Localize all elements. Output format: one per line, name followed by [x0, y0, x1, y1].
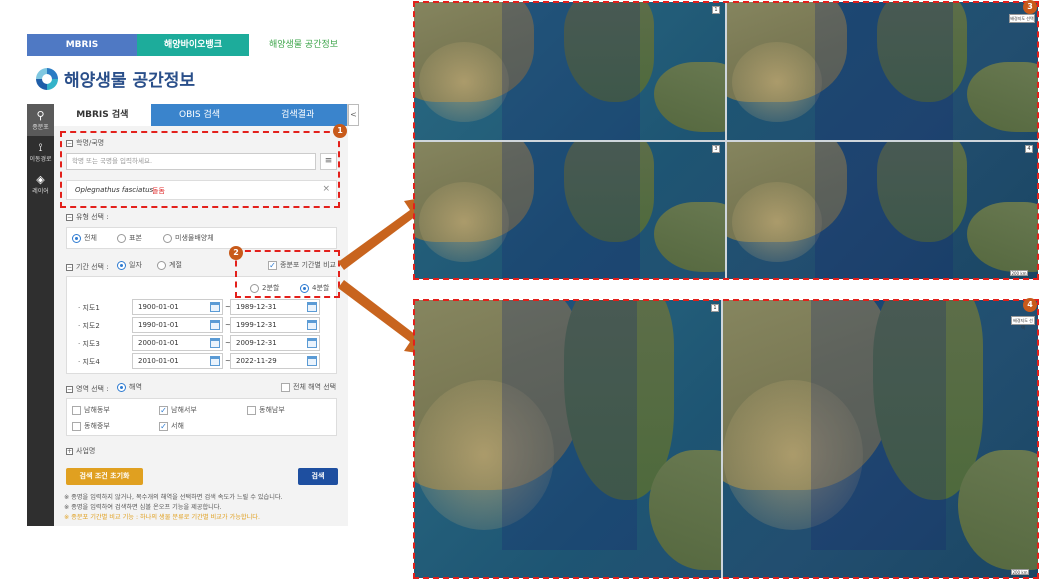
marker-2: 2 [229, 246, 243, 260]
map4-to-input[interactable]: 2022-11-29 [230, 353, 320, 369]
note-3: ※ 종분포 기간별 비교 기능 : 하나의 생물 분류로 기간별 비교가 가능합… [64, 514, 260, 521]
map4-from-input[interactable]: 2010-01-01 [132, 353, 223, 369]
type-option-specimen[interactable]: 표본 [117, 233, 142, 243]
map2-to-input[interactable]: 1999-12-31 [230, 317, 320, 333]
radio-icon [163, 233, 172, 243]
map2-label: · 지도2 [78, 322, 100, 330]
logo-icon [36, 67, 58, 90]
nav-tab-biobank[interactable]: 해양바이오뱅크 [137, 34, 249, 56]
select-all-seas-checkbox[interactable]: 전체 해역 선택 [281, 382, 336, 392]
calendar-icon[interactable] [307, 338, 317, 348]
period-option-date[interactable]: 일자 [117, 260, 142, 270]
tab-mbris-search[interactable]: MBRIS 검색 [54, 104, 151, 126]
calendar-icon[interactable] [307, 320, 317, 330]
map1-from-input[interactable]: 1900-01-01 [132, 299, 223, 315]
collapse-panel-button[interactable]: < [348, 104, 359, 126]
checkmark-icon: ✓ [159, 405, 168, 415]
map3-to-input[interactable]: 2009-12-31 [230, 335, 320, 351]
type-options: 전체 표본 미생물배양체 [66, 227, 337, 249]
plus-icon: + [66, 447, 73, 455]
sidebar: ⚲ 종분포 ⟟ 이동경로 ◈ 레이어 [27, 104, 54, 526]
sea-south-east[interactable]: 남해동부 [72, 405, 110, 415]
highlight-map-4split [413, 1, 1039, 280]
sea-west[interactable]: ✓ 서해 [159, 421, 184, 431]
route-icon: ⟟ [38, 140, 43, 154]
calendar-icon[interactable] [210, 338, 220, 348]
layers-icon: ◈ [36, 172, 45, 186]
screenshot: MBRIS 해양바이오뱅크 해양생물 공간정보 해양생물 공간정보 ⚲ 종분포 … [0, 0, 1040, 580]
type-section-label: 유형 선택 : [76, 213, 109, 221]
logo-title: 해양생물 공간정보 [64, 71, 196, 91]
sidebar-item-route[interactable]: ⟟ 이동경로 [27, 136, 54, 168]
highlight-compare [235, 250, 340, 298]
search-button[interactable]: 검색 [298, 468, 338, 485]
nav-tab-spatial[interactable]: 해양생물 공간정보 [249, 34, 358, 56]
business-section-toggle[interactable]: + 사업명 [66, 446, 95, 456]
map1-label: · 지도1 [78, 304, 100, 312]
radio-icon [72, 233, 81, 243]
marker-3: 3 [1023, 0, 1037, 14]
sidebar-item-distribution[interactable]: ⚲ 종분포 [27, 104, 54, 136]
sidebar-item-label: 이동경로 [29, 155, 52, 163]
tab-search-results[interactable]: 검색결과 [248, 104, 347, 126]
map3-from-input[interactable]: 2000-01-01 [132, 335, 223, 351]
reset-button[interactable]: 검색 조건 초기화 [66, 468, 143, 485]
checkbox-icon [72, 405, 81, 415]
calendar-icon[interactable] [210, 302, 220, 312]
tab-obis-search[interactable]: OBIS 검색 [150, 104, 249, 126]
business-section-label: 사업명 [76, 447, 96, 455]
period-section-label: 기간 선택 : [76, 263, 109, 271]
sidebar-item-label: 종분포 [32, 123, 49, 131]
calendar-icon[interactable] [210, 356, 220, 366]
period-section-toggle[interactable]: − 기간 선택 : [66, 262, 109, 272]
radio-icon [157, 260, 166, 270]
region-option-sea[interactable]: 해역 [117, 382, 142, 392]
radio-icon [117, 233, 126, 243]
marker-1: 1 [333, 124, 347, 138]
map1-to-input[interactable]: 1989-12-31 [230, 299, 320, 315]
calendar-icon[interactable] [210, 320, 220, 330]
checkmark-icon: ✓ [159, 421, 168, 431]
map-pin-icon: ⚲ [36, 108, 45, 122]
checkbox-icon [247, 405, 256, 415]
type-section-toggle[interactable]: − 유형 선택 : [66, 212, 109, 222]
sea-options: 남해동부 ✓ 남해서부 동해남부 동해중부 ✓ 서해 [66, 398, 337, 436]
note-1: ※ 종명을 입력하지 않거나, 복수개의 해역을 선택하면 검색 속도가 느릴 … [64, 494, 283, 501]
calendar-icon[interactable] [307, 356, 317, 366]
top-nav: MBRIS 해양바이오뱅크 해양생물 공간정보 [27, 34, 358, 56]
calendar-icon[interactable] [307, 302, 317, 312]
minus-icon: − [66, 263, 73, 271]
map3-label: · 지도3 [78, 340, 100, 348]
radio-icon [117, 382, 126, 392]
region-section-toggle[interactable]: − 영역 선택 : [66, 384, 109, 394]
type-option-all[interactable]: 전체 [72, 233, 97, 243]
sea-east-central[interactable]: 동해중부 [72, 421, 110, 431]
site-logo[interactable]: 해양생물 공간정보 [36, 66, 195, 91]
type-option-culture[interactable]: 미생물배양체 [163, 233, 214, 243]
region-section-label: 영역 선택 : [76, 385, 109, 393]
sidebar-item-layer[interactable]: ◈ 레이어 [27, 168, 54, 200]
note-2: ※ 종명을 입력하여 검색하면 심볼 온오프 기능을 제공합니다. [64, 504, 222, 511]
highlight-species [60, 131, 340, 208]
minus-icon: − [66, 385, 73, 393]
highlight-map-2split [413, 299, 1039, 579]
nav-tab-mbris[interactable]: MBRIS [27, 34, 137, 56]
sidebar-item-label: 레이어 [32, 187, 49, 195]
map4-label: · 지도4 [78, 358, 100, 366]
sea-east-south[interactable]: 동해남부 [247, 405, 285, 415]
panel-tabs: MBRIS 검색 OBIS 검색 검색결과 [54, 104, 347, 126]
marker-4: 4 [1023, 298, 1037, 312]
map2-from-input[interactable]: 1990-01-01 [132, 317, 223, 333]
checkbox-icon [281, 382, 290, 392]
period-option-season[interactable]: 계절 [157, 260, 182, 270]
checkbox-icon [72, 421, 81, 431]
minus-icon: − [66, 213, 73, 221]
radio-icon [117, 260, 126, 270]
sea-south-west[interactable]: ✓ 남해서부 [159, 405, 197, 415]
